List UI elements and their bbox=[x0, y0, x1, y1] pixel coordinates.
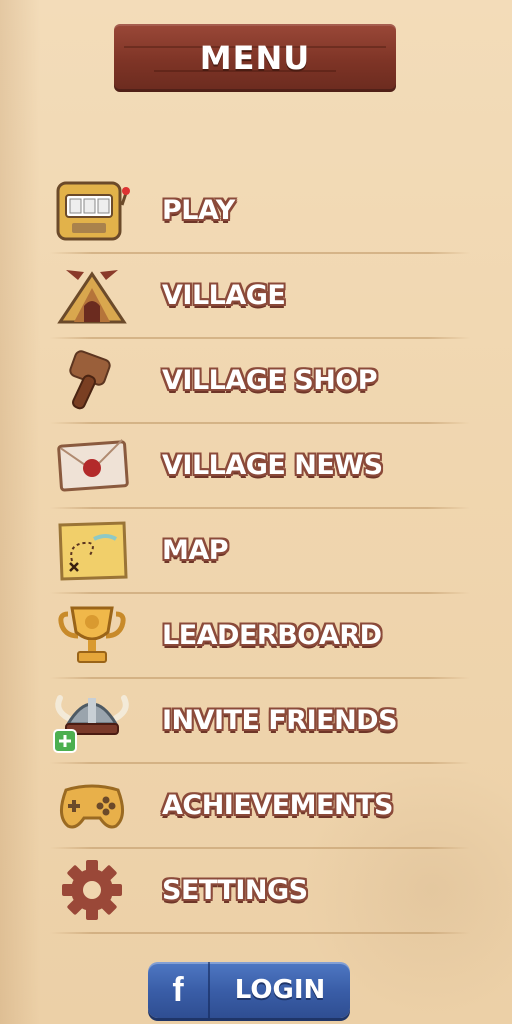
menu-item-label: VILLAGE bbox=[162, 279, 286, 311]
facebook-login-button[interactable]: f LOGIN bbox=[148, 962, 350, 1018]
trophy-icon bbox=[50, 593, 134, 677]
treasure-map-icon bbox=[50, 508, 134, 592]
menu-item-label: VILLAGE NEWS bbox=[162, 449, 383, 481]
login-label: LOGIN bbox=[234, 975, 326, 1005]
menu-item-label: INVITE FRIENDS bbox=[162, 704, 398, 736]
viking-hut-icon bbox=[50, 253, 134, 337]
menu-item-leaderboard[interactable]: LEADERBOARD bbox=[50, 593, 470, 677]
menu-item-label: ACHIEVEMENTS bbox=[162, 789, 393, 821]
envelope-icon bbox=[50, 423, 134, 507]
menu-item-settings[interactable]: SETTINGS bbox=[50, 848, 470, 932]
slot-machine-icon bbox=[50, 168, 134, 252]
menu-title-plank: MENU bbox=[114, 24, 396, 92]
menu-item-label: LEADERBOARD bbox=[162, 619, 382, 651]
menu-item-invite-friends[interactable]: INVITE FRIENDS bbox=[50, 678, 470, 762]
menu-item-label: VILLAGE SHOP bbox=[162, 364, 378, 396]
gamepad-icon bbox=[50, 763, 134, 847]
menu-item-village[interactable]: VILLAGE bbox=[50, 253, 470, 337]
paper-edge-shade bbox=[0, 0, 40, 1024]
menu-item-label: PLAY bbox=[162, 194, 235, 226]
menu-item-label: SETTINGS bbox=[162, 874, 308, 906]
gear-icon bbox=[50, 848, 134, 932]
page-title: MENU bbox=[199, 39, 311, 77]
viking-helmet-add-icon bbox=[50, 678, 134, 762]
menu-item-village-news[interactable]: VILLAGE NEWS bbox=[50, 423, 470, 507]
menu-item-achievements[interactable]: ACHIEVEMENTS bbox=[50, 763, 470, 847]
menu-item-label: MAP bbox=[162, 534, 229, 566]
divider bbox=[50, 932, 470, 934]
facebook-icon: f bbox=[148, 962, 210, 1018]
menu-item-map[interactable]: MAP bbox=[50, 508, 470, 592]
menu-item-village-shop[interactable]: VILLAGE SHOP bbox=[50, 338, 470, 422]
menu-item-play[interactable]: PLAY bbox=[50, 168, 470, 252]
hammer-icon bbox=[50, 338, 134, 422]
